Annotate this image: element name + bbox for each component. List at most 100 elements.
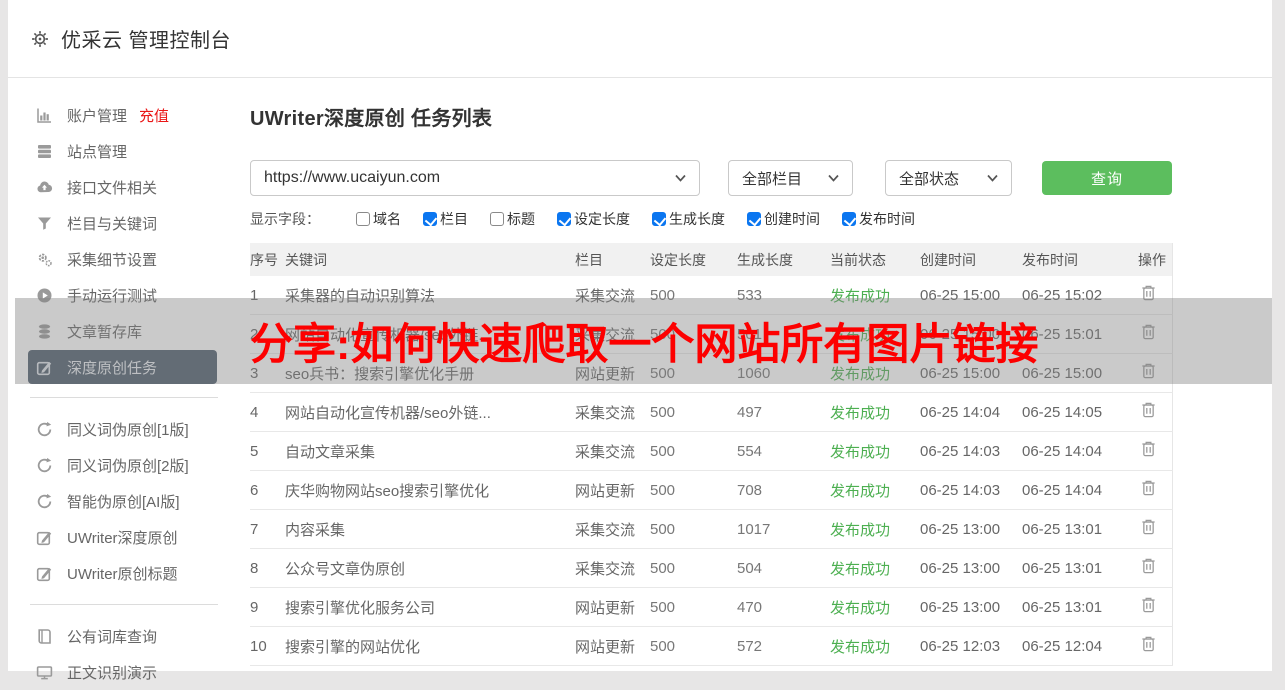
sidebar-item[interactable]: 手动运行测试 xyxy=(8,277,250,313)
cell-keyword: 网站自动化宣传机器/seo外链... xyxy=(285,314,575,354)
site-select-value: https://www.ucaiyun.com xyxy=(264,169,441,186)
field-checkbox[interactable]: 创建时间 xyxy=(747,209,820,229)
checkbox-icon[interactable] xyxy=(356,212,370,226)
field-checkbox[interactable]: 域名 xyxy=(356,209,401,229)
field-checkbox-label: 栏目 xyxy=(440,211,468,227)
column-select[interactable]: 全部栏目 xyxy=(728,160,853,196)
server-icon xyxy=(36,143,53,160)
sidebar-item-label: 同义词伪原创[2版] xyxy=(67,457,189,475)
sidebar-item[interactable]: 接口文件相关 xyxy=(8,169,250,205)
checkbox-icon[interactable] xyxy=(490,212,504,226)
checkbox-icon[interactable] xyxy=(423,212,437,226)
sidebar-item[interactable]: UWriter原创标题 xyxy=(8,555,250,591)
field-checkbox[interactable]: 生成长度 xyxy=(652,209,725,229)
checkbox-icon[interactable] xyxy=(747,212,761,226)
cell-created: 06-25 15:00 xyxy=(920,353,1022,393)
refresh-icon xyxy=(36,493,53,510)
cell-idx: 8 xyxy=(250,548,285,588)
cell-keyword: 搜索引擎的网站优化 xyxy=(285,626,575,666)
cell-status: 发布成功 xyxy=(830,548,920,588)
cell-idx: 10 xyxy=(250,626,285,666)
site-select[interactable]: https://www.ucaiyun.com xyxy=(250,160,700,196)
field-checkbox[interactable]: 栏目 xyxy=(423,209,468,229)
delete-button[interactable] xyxy=(1140,362,1157,380)
cell-set_len: 500 xyxy=(650,587,737,627)
checkbox-icon[interactable] xyxy=(842,212,856,226)
cell-actions xyxy=(1138,509,1172,549)
delete-button[interactable] xyxy=(1140,440,1157,458)
cell-created: 06-25 13:00 xyxy=(920,548,1022,588)
field-checkbox[interactable]: 设定长度 xyxy=(557,209,630,229)
sidebar-item[interactable]: 站点管理 xyxy=(8,133,250,169)
cell-created: 06-25 14:03 xyxy=(920,431,1022,471)
cell-status: 发布成功 xyxy=(830,276,920,315)
database-icon xyxy=(36,323,53,340)
cell-idx: 6 xyxy=(250,470,285,510)
delete-button[interactable] xyxy=(1140,323,1157,341)
cell-gen_len: 497 xyxy=(737,392,830,432)
checkbox-icon[interactable] xyxy=(652,212,666,226)
cell-column: 采集交流 xyxy=(575,276,650,315)
sidebar-item[interactable]: 采集细节设置 xyxy=(8,241,250,277)
cell-gen_len: 504 xyxy=(737,548,830,588)
chevron-down-icon xyxy=(675,174,686,182)
cell-idx: 4 xyxy=(250,392,285,432)
cell-status: 发布成功 xyxy=(830,392,920,432)
status-select[interactable]: 全部状态 xyxy=(885,160,1012,196)
delete-button[interactable] xyxy=(1140,596,1157,614)
table-row: 9 搜索引擎优化服务公司 网站更新 500 470 发布成功 06-25 13:00 06-2… xyxy=(250,587,1172,627)
sidebar-item-label: 智能伪原创[AI版] xyxy=(67,493,180,511)
trash-icon xyxy=(1140,323,1157,341)
cell-idx: 9 xyxy=(250,587,285,627)
cell-keyword: 内容采集 xyxy=(285,509,575,549)
cell-column: 采集交流 xyxy=(575,314,650,354)
cell-created: 06-25 14:04 xyxy=(920,392,1022,432)
field-checkbox[interactable]: 标题 xyxy=(490,209,535,229)
delete-button[interactable] xyxy=(1140,518,1157,536)
recharge-badge[interactable]: 充值 xyxy=(139,105,169,126)
column-header: 发布时间 xyxy=(1022,243,1138,276)
delete-button[interactable] xyxy=(1140,635,1157,653)
cell-set_len: 500 xyxy=(650,470,737,510)
delete-button[interactable] xyxy=(1140,479,1157,497)
book-icon xyxy=(36,628,53,645)
cell-created: 06-25 15:00 xyxy=(920,276,1022,315)
cell-status: 发布成功 xyxy=(830,314,920,354)
sidebar-item[interactable]: 账户管理 充值 xyxy=(8,97,250,133)
cell-published: 06-25 13:01 xyxy=(1022,548,1138,588)
sidebar-item[interactable]: 栏目与关键词 xyxy=(8,205,250,241)
field-checkbox-label: 域名 xyxy=(373,211,401,227)
cell-created: 06-25 14:03 xyxy=(920,470,1022,510)
delete-button[interactable] xyxy=(1140,557,1157,575)
sidebar-item[interactable]: 公有词库查询 xyxy=(8,618,250,654)
checkbox-icon[interactable] xyxy=(557,212,571,226)
field-checkbox[interactable]: 发布时间 xyxy=(842,209,915,229)
table-row: 3 seo兵书：搜索引擎优化手册 网站更新 500 1060 发布成功 06-25 15:0… xyxy=(250,353,1172,393)
search-button[interactable]: 查询 xyxy=(1042,161,1172,195)
cell-idx: 2 xyxy=(250,314,285,354)
sidebar-item[interactable]: 文章暂存库 xyxy=(8,313,250,349)
sidebar-item-label: 接口文件相关 xyxy=(67,179,158,197)
bar-chart-icon xyxy=(36,107,53,124)
sidebar: 账户管理 充值 站点管理 接口文件相关 栏目与关键词 采集细节设置 手动运行测试 文章暂存库深… xyxy=(8,78,250,690)
monitor-icon xyxy=(36,664,53,681)
cell-actions xyxy=(1138,353,1172,393)
sidebar-item[interactable]: 同义词伪原创[2版] xyxy=(8,447,250,483)
cell-column: 采集交流 xyxy=(575,509,650,549)
status-select-value: 全部状态 xyxy=(899,170,960,188)
delete-button[interactable] xyxy=(1140,401,1157,419)
sidebar-item-label: 账户管理 xyxy=(67,107,128,125)
table-row: 2 网站自动化宣传机器/seo外链... 采集交流 500 501 发布成功 06-25 1… xyxy=(250,314,1172,354)
delete-button[interactable] xyxy=(1140,284,1157,302)
cell-idx: 1 xyxy=(250,276,285,315)
sidebar-item[interactable]: UWriter深度原创 xyxy=(8,519,250,555)
sidebar-item[interactable]: 深度原创任务 xyxy=(28,350,217,384)
sidebar-item[interactable]: 同义词伪原创[1版] xyxy=(8,411,250,447)
sidebar-item-label: UWriter深度原创 xyxy=(67,529,178,547)
table-row: 4 网站自动化宣传机器/seo外链... 采集交流 500 497 发布成功 06-25 1… xyxy=(250,392,1172,432)
trash-icon xyxy=(1140,284,1157,302)
sidebar-item[interactable]: 正文识别演示 xyxy=(8,654,250,690)
trash-icon xyxy=(1140,635,1157,653)
cell-published: 06-25 14:04 xyxy=(1022,431,1138,471)
sidebar-item[interactable]: 智能伪原创[AI版] xyxy=(8,483,250,519)
